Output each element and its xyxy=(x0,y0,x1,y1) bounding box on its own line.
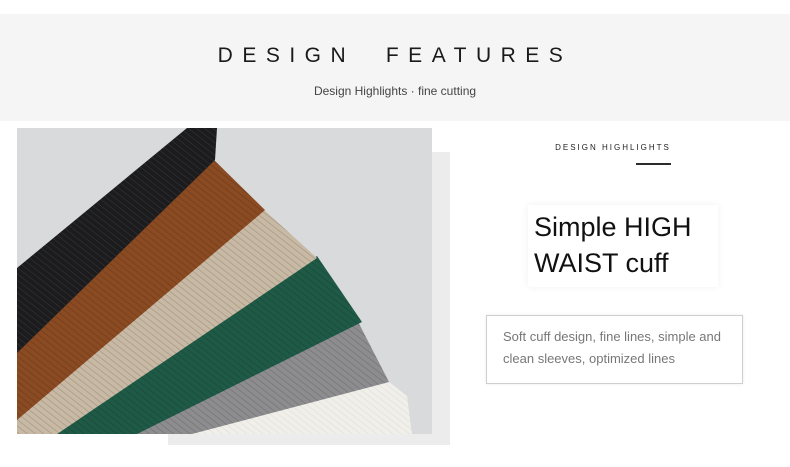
feature-title: Simple HIGH WAIST cuff xyxy=(534,209,734,281)
cuff-photo xyxy=(17,128,432,434)
feature-description: Soft cuff design, fine lines, simple and… xyxy=(503,329,721,366)
page-subtitle: Design Highlights · fine cutting xyxy=(313,84,477,98)
highlights-underline xyxy=(636,163,671,165)
feature-title-line1: Simple HIGH xyxy=(534,212,692,242)
highlights-label: DESIGN HIGHLIGHTS xyxy=(555,143,671,152)
page-title: DESIGN FEATURES xyxy=(217,44,573,67)
cuff-illustration xyxy=(17,128,432,434)
feature-title-line2: WAIST cuff xyxy=(534,248,669,278)
